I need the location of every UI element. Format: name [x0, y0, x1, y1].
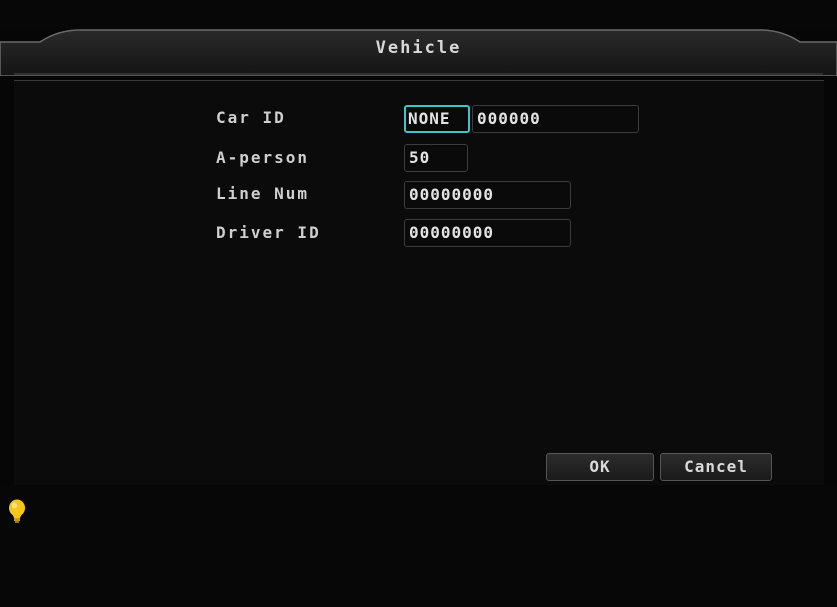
driver-id-label: Driver ID — [216, 223, 321, 242]
a-person-field[interactable]: 50 — [404, 144, 468, 172]
driver-id-field[interactable]: 00000000 — [404, 219, 571, 247]
line-num-label: Line Num — [216, 184, 310, 203]
cancel-button[interactable]: Cancel — [660, 453, 772, 481]
window-title: Vehicle — [375, 38, 462, 58]
top-strip — [0, 0, 837, 30]
dialog-panel — [14, 80, 824, 486]
car-id-prefix-field[interactable]: NONE — [404, 105, 470, 133]
a-person-label: A-person — [216, 148, 310, 167]
ok-button[interactable]: OK — [546, 453, 654, 481]
hint-bar — [0, 485, 837, 607]
car-id-label: Car ID — [216, 108, 286, 127]
lightbulb-icon — [8, 499, 26, 531]
vehicle-settings-screen: Vehicle Car ID NONE 000000 A-person 50 L… — [0, 0, 837, 607]
line-num-field[interactable]: 00000000 — [404, 181, 571, 209]
car-id-field[interactable]: 000000 — [472, 105, 639, 133]
